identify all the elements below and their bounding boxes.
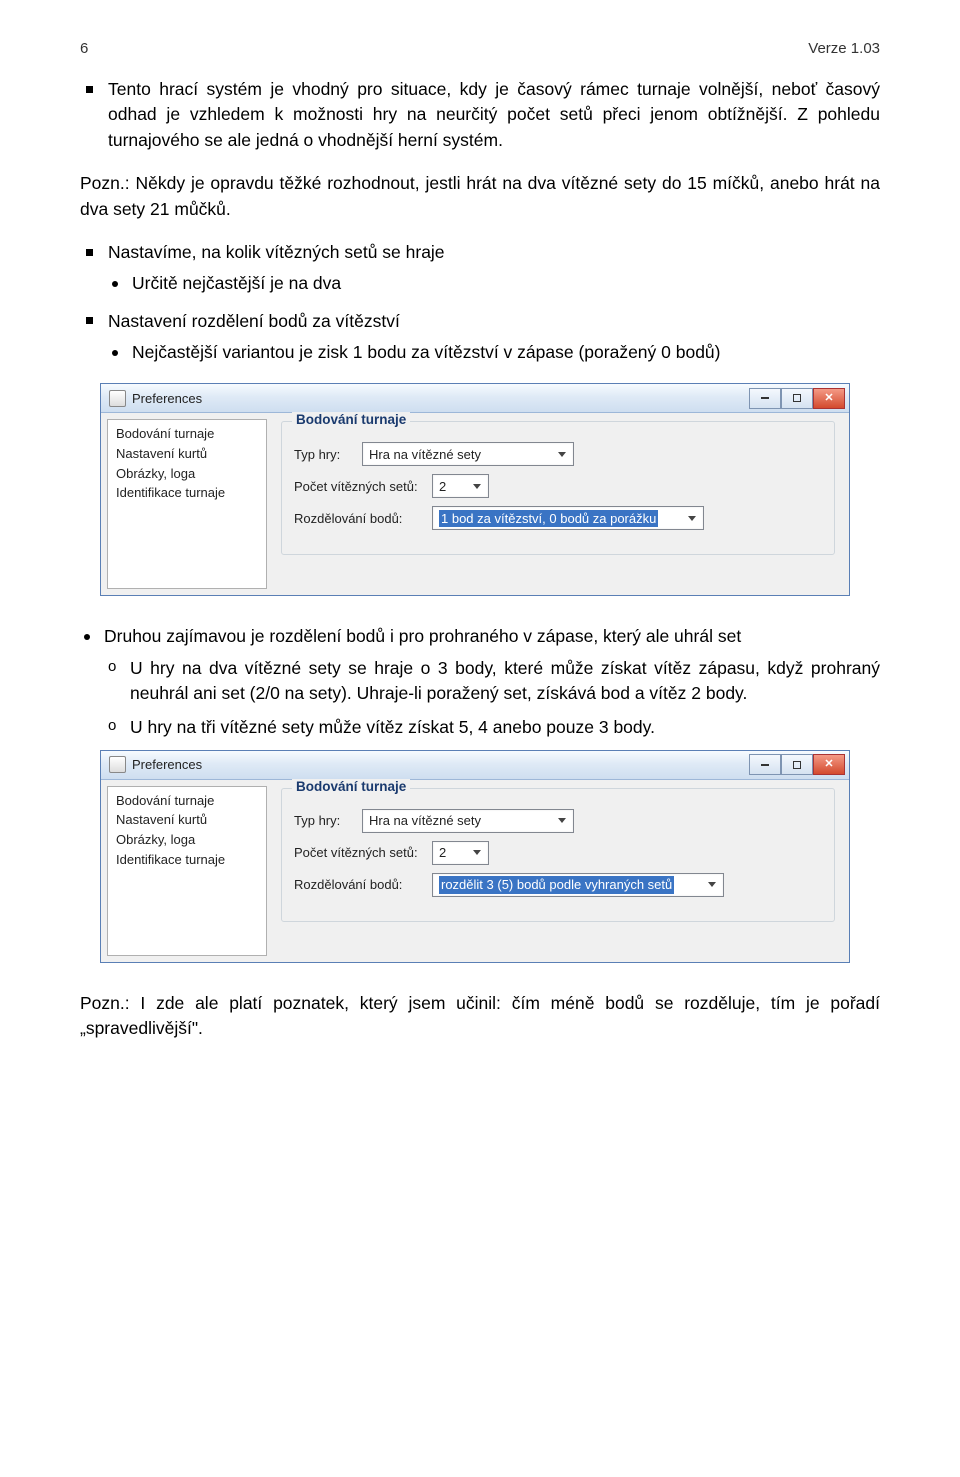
note-2-text: I zde ale platí poznatek, který jsem uči… <box>80 993 880 1038</box>
close-button[interactable] <box>813 388 845 409</box>
set-points-text: Nastavení rozdělení bodů za vítězství <box>108 311 400 331</box>
note-prefix: Pozn.: <box>80 993 130 1013</box>
sidebar-item-scoring[interactable]: Bodování turnaje <box>116 791 258 811</box>
close-button[interactable] <box>813 754 845 775</box>
note-1-text: Někdy je opravdu těžké rozhodnout, jestl… <box>80 173 880 218</box>
label-sets: Počet vítězných setů: <box>294 479 424 495</box>
chevron-down-icon <box>555 447 569 461</box>
chevron-down-icon <box>705 878 719 892</box>
label-points: Rozdělování bodů: <box>294 877 424 893</box>
combo-sets[interactable]: 2 <box>432 474 489 498</box>
note-prefix: Pozn.: <box>80 173 130 193</box>
label-game-type: Typ hry: <box>294 813 354 829</box>
combo-game-type-value: Hra na vítězné sety <box>369 447 481 463</box>
chevron-down-icon <box>470 479 484 493</box>
combo-sets-value: 2 <box>439 479 446 495</box>
combo-points-value: 1 bod za vítězství, 0 bodů za porážku <box>439 510 658 528</box>
sidebar-item-ident[interactable]: Identifikace turnaje <box>116 850 258 870</box>
window-title: Preferences <box>132 391 749 407</box>
sidebar-item-ident[interactable]: Identifikace turnaje <box>116 483 258 503</box>
window-icon <box>109 390 126 407</box>
settings-list-2: Druhou zajímavou je rozdělení bodů i pro… <box>80 624 880 740</box>
window-titlebar[interactable]: Preferences <box>101 384 849 413</box>
sidebar-item-courts[interactable]: Nastavení kurtů <box>116 810 258 830</box>
point-split-text: Druhou zajímavou je rozdělení bodů i pro… <box>104 626 741 646</box>
maximize-button[interactable] <box>781 754 813 775</box>
combo-game-type[interactable]: Hra na vítězné sety <box>362 442 574 466</box>
sidebar-item-images[interactable]: Obrázky, loga <box>116 830 258 850</box>
label-sets: Počet vítězných setů: <box>294 845 424 861</box>
set-winningsets-sub: Určitě nejčastější je na dva <box>108 271 880 296</box>
page-version: Verze 1.03 <box>808 40 880 57</box>
label-game-type: Typ hry: <box>294 447 354 463</box>
set-winningsets: Nastavíme, na kolik vítězných setů se hr… <box>80 240 880 297</box>
set-points-sub: Nejčastější variantou je zisk 1 bodu za … <box>108 340 880 365</box>
combo-sets-value: 2 <box>439 845 446 861</box>
combo-sets[interactable]: 2 <box>432 841 489 865</box>
minimize-button[interactable] <box>749 388 781 409</box>
set-points: Nastavení rozdělení bodů za vítězství Ne… <box>80 309 880 366</box>
sidebar-item-images[interactable]: Obrázky, loga <box>116 464 258 484</box>
maximize-button[interactable] <box>781 388 813 409</box>
para-1: Tento hrací systém je vhodný pro situace… <box>80 77 880 153</box>
set-winningsets-text: Nastavíme, na kolik vítězných setů se hr… <box>108 242 445 262</box>
combo-points[interactable]: 1 bod za vítězství, 0 bodů za porážku <box>432 506 704 530</box>
window-icon <box>109 756 126 773</box>
sidebar-list[interactable]: Bodování turnaje Nastavení kurtů Obrázky… <box>107 786 267 956</box>
sidebar-item-courts[interactable]: Nastavení kurtů <box>116 444 258 464</box>
preferences-window-2: Preferences Bodování turnaje Nastavení k… <box>100 750 850 963</box>
page-header: 6 Verze 1.03 <box>80 40 880 57</box>
label-points: Rozdělování bodů: <box>294 511 424 527</box>
point-split-item: Druhou zajímavou je rozdělení bodů i pro… <box>80 624 880 740</box>
chevron-down-icon <box>555 814 569 828</box>
groupbox-title: Bodování turnaje <box>292 412 410 428</box>
window-titlebar[interactable]: Preferences <box>101 751 849 780</box>
preferences-window-1: Preferences Bodování turnaje Nastavení k… <box>100 383 850 596</box>
sidebar-list[interactable]: Bodování turnaje Nastavení kurtů Obrázky… <box>107 419 267 589</box>
window-title: Preferences <box>132 757 749 773</box>
chevron-down-icon <box>470 846 484 860</box>
sidebar-item-scoring[interactable]: Bodování turnaje <box>116 424 258 444</box>
point-split-sub1: U hry na dva vítězné sety se hraje o 3 b… <box>104 656 880 707</box>
paragraph-square-list: Tento hrací systém je vhodný pro situace… <box>80 77 880 153</box>
chevron-down-icon <box>685 511 699 525</box>
note-2: Pozn.: I zde ale platí poznatek, který j… <box>80 991 880 1042</box>
note-1: Pozn.: Někdy je opravdu těžké rozhodnout… <box>80 171 880 222</box>
combo-points[interactable]: rozdělit 3 (5) bodů podle vyhraných setů <box>432 873 724 897</box>
scoring-groupbox: Bodování turnaje Typ hry: Hra na vítězné… <box>281 788 835 922</box>
settings-list-1: Nastavíme, na kolik vítězných setů se hr… <box>80 240 880 366</box>
combo-game-type[interactable]: Hra na vítězné sety <box>362 809 574 833</box>
page-number: 6 <box>80 40 88 57</box>
scoring-groupbox: Bodování turnaje Typ hry: Hra na vítězné… <box>281 421 835 555</box>
groupbox-title: Bodování turnaje <box>292 779 410 795</box>
minimize-button[interactable] <box>749 754 781 775</box>
combo-points-value: rozdělit 3 (5) bodů podle vyhraných setů <box>439 876 674 894</box>
point-split-sub2: U hry na tři vítězné sety může vítěz zís… <box>104 715 880 740</box>
combo-game-type-value: Hra na vítězné sety <box>369 813 481 829</box>
